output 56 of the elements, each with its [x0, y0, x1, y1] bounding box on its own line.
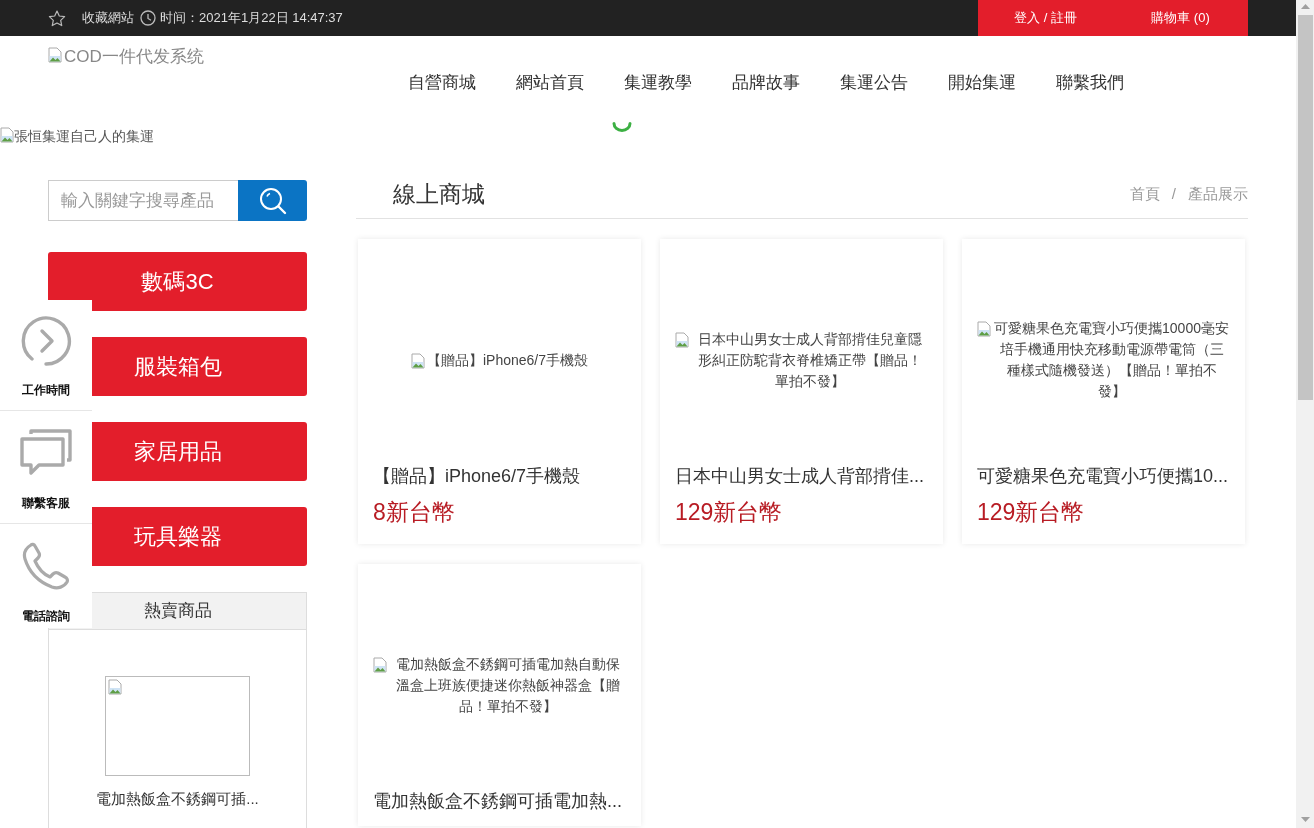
- product-card[interactable]: 【贈品】iPhone6/7手機殼 【贈品】iPhone6/7手機殼 8新台幣: [358, 239, 641, 544]
- product-title-link[interactable]: 日本中山男女士成人背部揹佳...: [675, 463, 928, 489]
- price-text: 8新台幣: [373, 498, 456, 527]
- search-field[interactable]: 輸入關鍵字搜尋產品: [48, 180, 238, 221]
- side-tool-link[interactable]: 聯繫客服: [0, 411, 92, 524]
- page-heading: 線上商城: [393, 180, 485, 209]
- login-register-link[interactable]: 登入 / 註冊: [978, 8, 1113, 28]
- price-text: 129新台幣: [977, 498, 1086, 527]
- star-icon[interactable]: [48, 9, 66, 27]
- logo-alt-text: COD一件代发系统: [64, 47, 204, 67]
- scroll-up-icon[interactable]: [1300, 4, 1310, 9]
- image-alt-text: 可愛糖果色充電寶小巧便攜10000毫安培手機通用快充移動電源帶電筒（三種樣式隨機發送）【贈品！單拍不發】: [993, 319, 1230, 401]
- product-title-link[interactable]: 可愛糖果色充電寶小巧便攜10...: [977, 463, 1230, 489]
- scroll-down-icon[interactable]: [1300, 817, 1310, 822]
- cart-link[interactable]: 購物車 (0): [1113, 8, 1248, 28]
- product-card[interactable]: 電加熱飯盒不銹鋼可插電加熱自動保溫盒上班族便捷迷你熱飯神器盒【贈品！單拍不發】 電加熱飯盒不銹鋼可插電加熱...: [358, 564, 641, 826]
- nav-link[interactable]: 聯繫我們: [1036, 70, 1144, 96]
- broken-image-icon: [977, 321, 991, 337]
- broken-image-icon: [48, 47, 62, 63]
- chat-bubbles-icon: [19, 428, 73, 476]
- broken-image-icon: [675, 331, 689, 348]
- current-time-text: 时间：2021年1月22日 14:47:37: [160, 9, 343, 28]
- search-icon: [258, 186, 287, 215]
- broken-image-icon: [410, 352, 425, 369]
- breadcrumb-separator: /: [1171, 183, 1176, 204]
- product-title-link[interactable]: 【贈品】iPhone6/7手機殼: [373, 463, 626, 489]
- product-card[interactable]: 日本中山男女士成人背部揹佳兒童隱形糾正防駝背衣脊椎矯正帶【贈品！單拍不發】 日本中山男女士成人背部揹佳... 129新台幣: [660, 239, 943, 544]
- product-title-link[interactable]: 電加熱飯盒不銹鋼可插電加熱...: [373, 788, 626, 814]
- phone-icon: [21, 541, 71, 591]
- image-alt-text: 【贈品】iPhone6/7手機殼: [426, 350, 589, 370]
- broken-image-icon: [373, 656, 387, 673]
- breadcrumb-current: 產品展示: [1188, 183, 1248, 204]
- nav-link[interactable]: 集運教學: [604, 70, 712, 96]
- nav-link[interactable]: 自營商城: [388, 70, 496, 96]
- banner-alt-text: 張恒集運自己人的集運: [14, 128, 154, 144]
- image-alt-text: 電加熱飯盒不銹鋼可插電加熱自動保溫盒上班族便捷迷你熱飯神器盒【贈品！單拍不發】: [394, 654, 621, 716]
- price-text: 129新台幣: [675, 498, 784, 527]
- broken-image-icon: [108, 679, 122, 695]
- nav-link[interactable]: 集運公告: [820, 70, 928, 96]
- scrollbar-thumb[interactable]: [1297, 15, 1313, 400]
- scrollbar-track[interactable]: [1296, 0, 1314, 828]
- search-button[interactable]: [238, 180, 307, 221]
- broken-image-icon: [0, 127, 14, 143]
- loading-spinner-icon: [612, 122, 632, 132]
- image-alt-text: 日本中山男女士成人背部揹佳兒童隱形糾正防駝背衣脊椎矯正帶【贈品！單拍不發】: [696, 329, 923, 391]
- favorite-link[interactable]: 收藏網站: [82, 8, 134, 28]
- product-name-link[interactable]: 電加熱飯盒不銹鋼可插...: [96, 788, 259, 810]
- nav-link[interactable]: 網站首頁: [496, 70, 604, 96]
- side-tool-link[interactable]: 工作時間: [0, 300, 92, 411]
- product-card[interactable]: 可愛糖果色充電寶小巧便攜10000毫安培手機通用快充移動電源帶電筒（三種樣式隨機發送）【贈品！單拍不發】 可愛糖果色充電寶小巧便攜10... 129新台幣: [962, 239, 1245, 544]
- product-image-frame[interactable]: [105, 676, 250, 776]
- category-button[interactable]: 數碼3C: [48, 252, 307, 311]
- nav-link[interactable]: 品牌故事: [712, 70, 820, 96]
- clock-icon: [140, 10, 156, 26]
- nav-link[interactable]: 開始集運: [928, 70, 1036, 96]
- chevron-circle-icon: [20, 315, 72, 367]
